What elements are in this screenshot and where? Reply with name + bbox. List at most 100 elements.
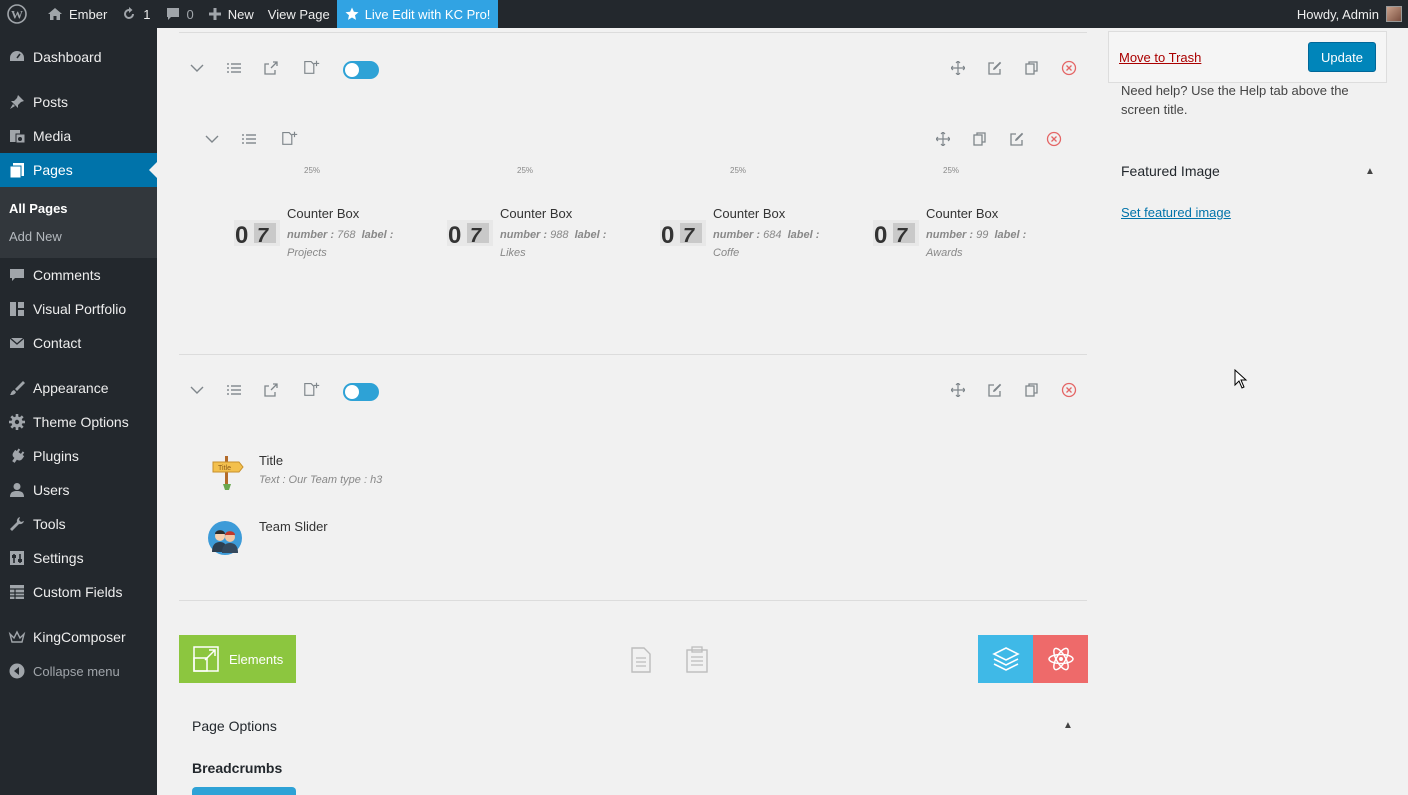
menu-media[interactable]: Media [0,119,157,153]
comments-link[interactable]: 0 [158,0,201,28]
element-title: Title [259,453,284,468]
row-export-icon[interactable] [262,381,280,399]
menu-settings[interactable]: Settings [0,541,157,575]
submenu-add-new[interactable]: Add New [9,229,62,244]
site-name: Ember [69,6,108,22]
counter-box-element[interactable]: 07 Counter Box number : 99 label : Award… [873,206,1073,266]
row-delete-icon[interactable] [1060,59,1078,77]
counter-icon: 07 [873,220,919,248]
updates-link[interactable]: 1 [114,0,157,28]
blank-page-icon[interactable] [630,646,652,674]
menu-dashboard[interactable]: Dashboard [0,40,157,74]
row-export-icon[interactable] [262,59,280,77]
inner-row-move-icon[interactable] [934,130,952,148]
wordpress-logo[interactable]: W [0,0,40,28]
menu-custom-fields[interactable]: Custom Fields [0,575,157,609]
number-value: 684 [763,229,782,241]
inner-row-add-column-icon[interactable] [281,129,299,147]
mouse-cursor-icon [1234,369,1248,389]
plug-icon [7,446,27,466]
menu-pages[interactable]: Pages [0,153,157,187]
row-move-icon[interactable] [949,381,967,399]
menu-collapse[interactable]: Collapse menu [0,654,157,688]
submenu-all-pages[interactable]: All Pages [9,201,68,216]
number-value: 988 [550,229,569,241]
menu-contact[interactable]: Contact [0,326,157,360]
new-content-link[interactable]: New [201,0,261,28]
row-duplicate-icon[interactable] [1023,381,1041,399]
inner-row-collapse-chevron-icon[interactable] [203,130,221,148]
menu-comments[interactable]: Comments [0,258,157,292]
expand-icon [193,646,219,672]
menu-plugins[interactable]: Plugins [0,439,157,473]
star-icon [345,7,359,20]
row-add-column-icon[interactable] [303,58,321,76]
comment-bubble-icon [166,8,179,20]
counter-box-element[interactable]: 07 Counter Box number : 768 label : Proj… [234,206,434,266]
mail-icon [7,333,27,353]
set-featured-image-link[interactable]: Set featured image [1121,205,1231,220]
atom-button[interactable] [1033,635,1088,683]
title-element[interactable]: Title Title Text : Our Team type : h3 [209,450,509,494]
inner-row-delete-icon[interactable] [1045,130,1063,148]
row-edit-icon[interactable] [986,59,1004,77]
team-slider-element[interactable]: Team Slider [207,518,507,558]
menu-theme-options[interactable]: Theme Options [0,405,157,439]
breadcrumbs-toggle[interactable] [192,787,296,795]
inner-row-duplicate-icon[interactable] [971,130,989,148]
page-options-collapse-arrow-icon[interactable]: ▲ [1063,720,1073,731]
row-move-icon[interactable] [949,59,967,77]
inner-row-settings-list-icon[interactable] [240,130,258,148]
view-page-link[interactable]: View Page [261,0,337,28]
clipboard-icon[interactable] [685,646,709,674]
column-width-label[interactable]: 25% [304,166,320,175]
row-add-column-icon[interactable] [303,380,321,398]
menu-label: Visual Portfolio [33,301,127,317]
menu-appearance[interactable]: Appearance [0,371,157,405]
number-key: number : [713,229,761,241]
menu-tools[interactable]: Tools [0,507,157,541]
row-edit-icon[interactable] [986,381,1004,399]
layers-button[interactable] [978,635,1033,683]
account-menu[interactable]: Howdy, Admin [1290,0,1408,28]
column-width-label[interactable]: 25% [517,166,533,175]
row-settings-list-icon[interactable] [225,59,243,77]
menu-label: Settings [33,550,84,566]
row-collapse-chevron-icon[interactable] [188,381,206,399]
row-visibility-toggle[interactable] [343,61,379,79]
inner-row-edit-icon[interactable] [1008,130,1026,148]
new-label: New [227,6,254,22]
site-name-link[interactable]: Ember [40,0,114,28]
number-key: number : [500,229,548,241]
menu-label: Dashboard [33,49,102,65]
menu-visual-portfolio[interactable]: Visual Portfolio [0,292,157,326]
update-button[interactable]: Update [1308,42,1376,72]
row-collapse-chevron-icon[interactable] [188,59,206,77]
menu-label: Appearance [33,380,109,396]
row-duplicate-icon[interactable] [1023,59,1041,77]
move-to-trash-link[interactable]: Move to Trash [1119,50,1201,65]
featured-image-collapse-arrow-icon[interactable]: ▲ [1365,166,1375,177]
label-key: label : [361,229,394,241]
live-edit-kc-pro-link[interactable]: Live Edit with KC Pro! [336,0,499,28]
counter-box-element[interactable]: 07 Counter Box number : 684 label : Coff… [660,206,860,266]
page-options-title[interactable]: Page Options [192,718,277,734]
menu-label: Tools [33,516,66,532]
row-settings-list-icon[interactable] [225,381,243,399]
menu-users[interactable]: Users [0,473,157,507]
menu-posts[interactable]: Posts [0,85,157,119]
wrench-icon [7,514,27,534]
element-title: Team Slider [259,519,328,534]
counter-box-element[interactable]: 07 Counter Box number : 988 label : Like… [447,206,647,266]
row-delete-icon[interactable] [1060,381,1078,399]
featured-image-title[interactable]: Featured Image [1121,163,1220,179]
elements-button[interactable]: Elements [179,635,296,683]
column-width-label[interactable]: 25% [730,166,746,175]
menu-label: Theme Options [33,414,129,430]
menu-label: Collapse menu [33,663,120,679]
column-width-label[interactable]: 25% [943,166,959,175]
label-key: label : [574,229,607,241]
signpost-icon: Title [212,456,244,490]
row-visibility-toggle[interactable] [343,383,379,401]
menu-kingcomposer[interactable]: KingComposer [0,620,157,654]
